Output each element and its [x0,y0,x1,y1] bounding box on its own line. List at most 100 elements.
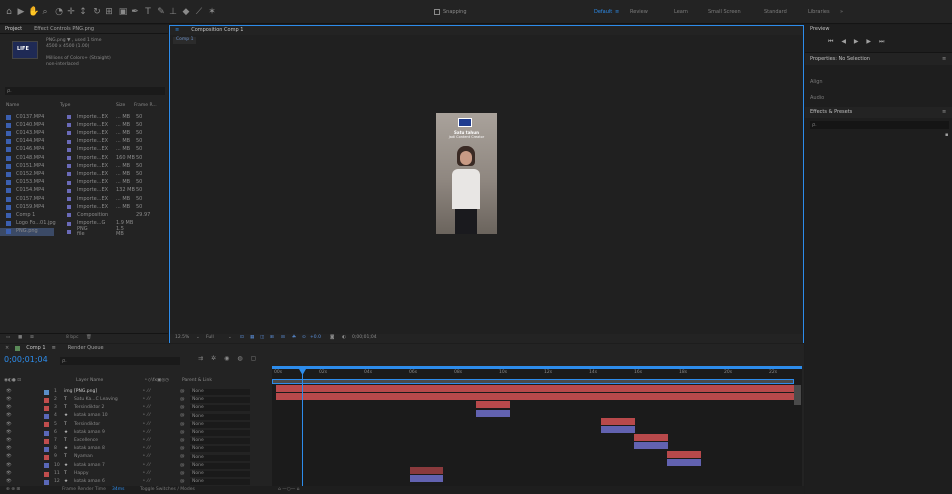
layer-name[interactable]: Excellence [74,438,98,444]
timeline-close-icon[interactable]: × [5,346,9,351]
parent-dropdown[interactable]: None [190,430,250,436]
layer-name[interactable]: kotak aman 8 [74,447,105,452]
col-parent-link[interactable]: Parent & Link [182,378,212,384]
pickwhip-icon[interactable]: @ [180,406,185,411]
visibility-eye-icon[interactable]: 👁 [6,438,12,444]
timeline-scrollbar[interactable] [794,385,801,405]
comp-viewer-frame[interactable]: Satu tahun jadi Content Creator [436,113,497,234]
pen-tool-icon[interactable]: ✒ [130,7,140,17]
align-panel-title[interactable]: Align [810,80,823,85]
timeline-layer-row[interactable]: 👁 6 ★ kotak aman 9 ⚬ ⁄ ⁄ @ None [0,429,272,437]
file-label-swatch[interactable] [67,213,71,218]
workspace-review[interactable]: Review [630,10,648,15]
visibility-eye-icon[interactable]: 👁 [6,471,12,477]
timeline-layer-row[interactable]: 👁 1 img [PNG.png] ⚬ ⁄ ⁄ @ None [0,388,272,396]
file-label-swatch[interactable] [67,205,71,210]
draft-3d-icon[interactable]: ✲ [211,356,216,362]
layer-name[interactable]: Tersindiktor 2 [74,406,104,411]
layer-duration-bar[interactable] [667,458,701,466]
layer-label-color[interactable] [44,438,49,444]
layer-duration-bar[interactable] [634,434,668,442]
workspace-overflow-icon[interactable]: » [840,10,843,15]
rect-tool-icon[interactable]: ▣ [118,7,128,17]
layer-name[interactable]: kotak aman 10 [74,414,108,419]
file-label-swatch[interactable] [67,164,71,169]
time-ruler[interactable]: 00s 02s 04s 06s 08s 10s 12s 14s 16s 18s 20s 22s [272,369,802,378]
layer-name[interactable]: Tersindiktor [74,422,100,428]
pickwhip-icon[interactable]: @ [180,397,185,403]
new-comp-icon[interactable]: ⊠ [30,335,34,341]
guides-icon[interactable]: ⊞ [270,335,274,341]
file-label-swatch[interactable] [67,180,71,185]
zoom-tool-icon[interactable]: ⌕ [40,7,50,17]
timeline-layer-row[interactable]: 👁 9 T Nyaman ⚬ ⁄ ⁄ @ None [0,454,272,462]
parent-dropdown[interactable]: None [190,454,250,461]
pickwhip-icon[interactable]: @ [180,389,185,395]
workspace-learn[interactable]: Learn [674,10,688,15]
comp-viewer-tab[interactable]: Comp 1 [173,37,197,44]
project-file-row[interactable]: PNG.png PNG file 1.5 MB [0,226,124,236]
layer-duration-bar[interactable] [667,450,701,458]
layer-label-color[interactable] [44,389,49,395]
layer-switches[interactable]: ⚬ ⁄ ⁄ [142,438,150,444]
parent-dropdown[interactable]: None [190,421,250,428]
pickwhip-icon[interactable]: @ [180,455,185,460]
project-file-row[interactable]: C0152.MP4 Importe...EX ... MB 50 [0,170,168,178]
effects-new-icon[interactable]: ▪ [945,133,948,138]
tab-project[interactable]: Project [5,26,22,32]
dolly-tool-icon[interactable]: ↕ [78,7,88,17]
file-label-swatch[interactable] [67,131,71,136]
grid-icon[interactable]: ⊟ [281,335,285,341]
timeline-layer-row[interactable]: 👁 4 ★ kotak aman 10 ⚬ ⁄ ⁄ @ None [0,413,272,421]
graph-editor-icon[interactable]: ◍ [237,356,242,362]
pickwhip-icon[interactable]: @ [180,414,185,419]
layer-name[interactable]: kotak aman 6 [74,479,105,485]
parent-dropdown[interactable]: None [190,446,250,453]
timeline-layer-row[interactable]: 👁 2 T Satu Ka...C Leaving ⚬ ⁄ ⁄ @ None [0,396,272,404]
layer-label-color[interactable] [44,430,49,436]
parent-dropdown[interactable]: None [190,462,250,469]
interpret-footage-icon[interactable]: ▭ [6,335,10,341]
layer-label-color[interactable] [44,397,49,403]
home-icon[interactable]: ⌂ [4,7,14,17]
visibility-eye-icon[interactable]: 👁 [6,422,12,428]
layer-label-color[interactable] [44,405,49,411]
effects-menu-icon[interactable]: ≡ [942,110,946,115]
rotate-tool-icon[interactable]: ↻ [92,7,102,17]
layer-switches[interactable]: ⚬ ⁄ ⁄ [142,479,150,485]
region-of-interest-icon[interactable]: ⊡ [240,335,244,341]
layer-duration-bar[interactable] [476,401,510,409]
parent-dropdown[interactable]: None [190,438,250,445]
file-label-swatch[interactable] [67,156,71,160]
project-file-row[interactable]: C0146.MP4 Importe...EX ... MB 50 [0,146,168,154]
resolution-chevron-icon[interactable]: ⌄ [228,335,232,341]
parent-dropdown[interactable]: None [190,413,250,420]
eraser-tool-icon[interactable]: ◆ [181,7,191,17]
file-label-swatch[interactable] [67,115,71,119]
layer-switches[interactable]: ⚬ ⁄ ⁄ [142,389,150,395]
timeline-search-input[interactable]: ρ. [60,357,180,365]
visibility-eye-icon[interactable]: 👁 [6,430,12,436]
timeline-tab-menu-icon[interactable]: ≡ [52,346,56,351]
work-area-range[interactable] [272,379,794,384]
preview-panel-title[interactable]: Preview [810,27,829,32]
layer-switches[interactable]: ⚬ ⁄ ⁄ [142,414,150,419]
zoom-dropdown[interactable]: 12.5% [175,335,189,341]
parent-dropdown[interactable]: None [190,479,250,486]
project-file-row[interactable]: C0157.MP4 Importe...EX ... MB 50 [0,195,168,203]
layer-duration-bar[interactable] [410,467,443,474]
project-file-row[interactable]: C0137.MP4 Importe...EX ... MB 50 [0,113,168,121]
layer-label-color[interactable] [44,414,49,420]
workspace-small-screen[interactable]: Small Screen [708,10,741,15]
anchor-tool-icon[interactable]: ⊞ [104,7,114,17]
file-label-swatch[interactable] [67,147,71,152]
layer-name[interactable]: Happy [74,471,89,477]
brush-tool-icon[interactable]: ✎ [156,7,166,17]
snapshot-icon[interactable]: ◙ [330,335,334,341]
properties-menu-icon[interactable]: ≡ [942,57,946,62]
file-label-swatch[interactable] [67,139,71,144]
project-file-row[interactable]: C0153.MP4 Importe...EX ... MB 50 [0,179,168,187]
next-frame-icon[interactable]: ▶ [866,38,874,45]
layer-duration-bar[interactable] [410,475,443,483]
orbit-tool-icon[interactable]: ◔ [54,7,64,17]
